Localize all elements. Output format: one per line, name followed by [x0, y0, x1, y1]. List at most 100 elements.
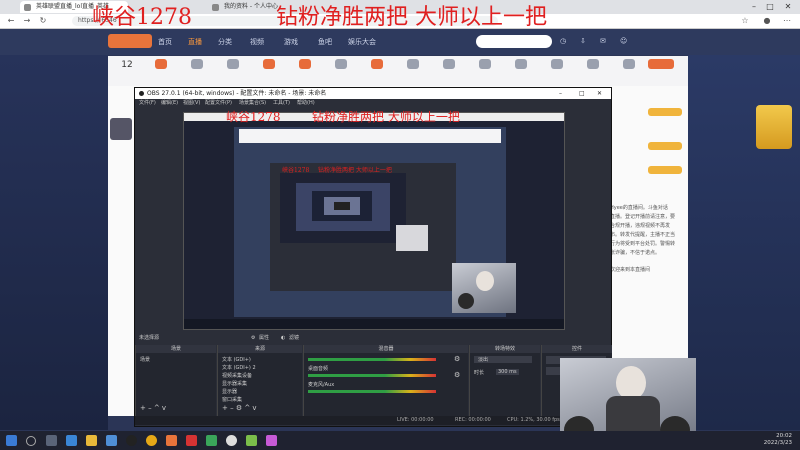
menu-view[interactable]: 视图(V) [183, 99, 200, 108]
obs-logo-icon [139, 91, 144, 96]
source-controls[interactable]: + – ⚙ ^ v [222, 404, 257, 412]
source-item[interactable]: 视频采集设备 [222, 372, 252, 379]
nav-home[interactable]: 首页 [158, 37, 172, 47]
nested-cat-bar [239, 129, 501, 143]
app-icon[interactable] [266, 435, 277, 446]
edge-icon[interactable] [66, 435, 77, 446]
menu-file[interactable]: 文件(F) [139, 99, 156, 108]
streamer-avatar[interactable] [110, 118, 132, 140]
file-explorer-icon[interactable] [86, 435, 97, 446]
category-item[interactable] [364, 59, 390, 85]
game-ad-badge[interactable] [756, 105, 792, 149]
app-icon[interactable] [206, 435, 217, 446]
source-item[interactable]: 文本 (GDI+) [222, 356, 251, 363]
nav-category[interactable]: 分类 [218, 37, 232, 47]
gift-button[interactable] [648, 166, 682, 174]
category-item[interactable] [400, 59, 426, 85]
obs-menu-bar: 文件(F) 编辑(E) 视图(V) 配置文件(P) 场景集合(S) 工具(T) … [135, 99, 611, 108]
store-icon[interactable] [106, 435, 117, 446]
source-item[interactable]: 窗口采集 [222, 396, 242, 403]
filters-button[interactable]: 滤镜 [289, 332, 299, 344]
transitions-dock-title: 转场特效 [470, 345, 540, 353]
category-item[interactable] [648, 59, 674, 85]
app-icon[interactable] [246, 435, 257, 446]
person-head [616, 366, 646, 400]
nested-webcam [396, 225, 428, 251]
nav-entertainment[interactable]: 娱乐大会 [348, 37, 376, 47]
scene-controls[interactable]: + – ^ v [140, 404, 166, 412]
task-view-icon[interactable] [46, 435, 57, 446]
search-icon[interactable] [26, 436, 36, 446]
back-icon[interactable]: ← [6, 16, 16, 26]
menu-tools[interactable]: 工具(T) [273, 99, 290, 108]
category-item[interactable] [616, 59, 642, 85]
follow-count[interactable]: 12 [114, 59, 140, 85]
message-icon[interactable]: ✉ [600, 37, 606, 45]
nav-video[interactable]: 视频 [250, 37, 264, 47]
app-icon[interactable] [146, 435, 157, 446]
nav-game[interactable]: 游戏 [284, 37, 298, 47]
category-item[interactable] [508, 59, 534, 85]
category-item[interactable] [220, 59, 246, 85]
refresh-icon[interactable]: ↻ [38, 16, 48, 26]
start-icon[interactable] [6, 435, 17, 446]
nav-live[interactable]: 直播 [188, 37, 202, 47]
taskbar-clock[interactable]: 20:02 2022/3/23 [764, 433, 792, 447]
transition-select[interactable]: 淡出 [474, 356, 532, 363]
category-icon [299, 59, 311, 69]
app-icon[interactable] [186, 435, 197, 446]
category-icon [155, 59, 167, 69]
category-item[interactable] [256, 59, 282, 85]
close-icon[interactable]: ✕ [782, 1, 794, 13]
obs-taskbar-icon[interactable] [126, 435, 137, 446]
source-item[interactable]: 文本 (GDI+) 2 [222, 364, 256, 371]
properties-icon[interactable]: ⚙ [251, 332, 255, 344]
obs-preview[interactable] [183, 112, 565, 330]
mixer-channel-label: 桌面音频 [308, 366, 329, 372]
profile-icon[interactable]: ● [762, 16, 772, 26]
filters-icon[interactable]: ◐ [281, 332, 285, 344]
category-item[interactable] [292, 59, 318, 85]
mixer-settings-icon[interactable]: ⚙ [454, 371, 460, 379]
maximize-icon[interactable]: □ [764, 1, 776, 13]
gift-button[interactable] [648, 108, 682, 116]
category-item[interactable] [472, 59, 498, 85]
category-item[interactable] [184, 59, 210, 85]
maximize-icon[interactable]: □ [579, 88, 585, 99]
category-item[interactable] [544, 59, 570, 85]
duration-input[interactable]: 300 ms [496, 369, 519, 375]
history-icon[interactable]: ◷ [560, 37, 566, 45]
menu-scene-collection[interactable]: 场景集合(S) [239, 99, 266, 108]
source-item[interactable]: 显示器 [222, 388, 237, 395]
extensions-icon[interactable]: ☆ [740, 16, 750, 26]
cpu-fps: CPU: 1.2%, 30.00 fps [507, 417, 560, 423]
category-icon [551, 59, 563, 69]
category-item[interactable] [148, 59, 174, 85]
properties-button[interactable]: 属性 [259, 332, 269, 344]
category-item[interactable] [328, 59, 354, 85]
douyu-icon[interactable] [166, 435, 177, 446]
user-icon[interactable]: ☺ [620, 37, 627, 45]
menu-icon[interactable]: ⋯ [782, 16, 792, 26]
chrome-icon[interactable] [226, 435, 237, 446]
menu-help[interactable]: 帮助(H) [297, 99, 315, 108]
menu-edit[interactable]: 编辑(E) [161, 99, 178, 108]
nav-yuba[interactable]: 鱼吧 [318, 37, 332, 47]
forward-icon[interactable]: → [22, 16, 32, 26]
preview-caption-right: 钻粉净胜两把 大师以上一把 [312, 110, 460, 124]
close-icon[interactable]: ✕ [597, 88, 602, 99]
download-icon[interactable]: ⇩ [580, 37, 586, 45]
minimize-icon[interactable]: – [559, 88, 562, 99]
mixer-dock: 混音器 桌面音频 麦克风/Aux ⚙ ⚙ [303, 345, 468, 425]
gift-button[interactable] [648, 142, 682, 150]
scene-item[interactable]: 场景 [140, 356, 150, 363]
site-logo[interactable] [108, 34, 152, 48]
source-item[interactable]: 显示器采集 [222, 380, 247, 387]
mixer-settings-icon[interactable]: ⚙ [454, 355, 460, 363]
minimize-icon[interactable]: – [748, 1, 760, 13]
category-item[interactable] [580, 59, 606, 85]
menu-profile[interactable]: 配置文件(P) [205, 99, 232, 108]
clock-date: 2022/3/23 [763, 440, 792, 446]
category-item[interactable] [436, 59, 462, 85]
site-search-input[interactable] [476, 35, 552, 48]
